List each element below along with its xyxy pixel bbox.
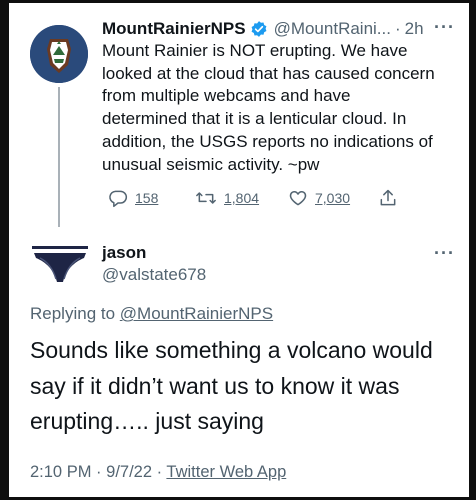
tweet-text: Mount Rainier is NOT erupting. We have l… <box>102 41 435 174</box>
header-separator: · <box>394 19 401 38</box>
briefs-image <box>26 236 94 292</box>
meta-separator: · <box>96 463 102 481</box>
meta-separator-2: · <box>156 463 163 481</box>
nps-arrowhead-logo <box>30 25 88 83</box>
more-icon[interactable]: ··· <box>434 17 455 38</box>
reply-author-name[interactable]: jason <box>102 243 146 263</box>
reply-button[interactable]: 158 <box>108 186 158 210</box>
reply-count: 158 <box>135 190 159 206</box>
replying-to-mention[interactable]: @MountRainierNPS <box>120 304 273 323</box>
replying-to-line: Replying to @MountRainierNPS <box>30 304 273 324</box>
nps-avatar[interactable] <box>30 25 88 83</box>
share-button[interactable] <box>378 186 398 210</box>
author-handle[interactable]: @MountRaini... <box>274 19 391 39</box>
retweet-button[interactable]: 1,804 <box>195 186 259 210</box>
jason-avatar[interactable] <box>26 236 94 292</box>
tweet-thread-card: MountRainierNPS @MountRaini... · 2h ··· … <box>9 3 469 497</box>
author-name[interactable]: MountRainierNPS <box>102 19 246 39</box>
reply-more-icon[interactable]: ··· <box>434 243 455 264</box>
reply-author-handle[interactable]: @valstate678 <box>102 265 206 285</box>
retweet-count: 1,804 <box>224 190 260 206</box>
reply-text: Sounds like something a volcano would sa… <box>30 337 433 434</box>
tweet-actions-bar: 158 1,804 7,030 <box>102 186 412 210</box>
source-app-link[interactable]: Twitter Web App <box>166 463 286 481</box>
tweet-header: MountRainierNPS @MountRaini... · 2h <box>102 17 462 41</box>
thread-connector-line <box>58 87 60 227</box>
reply-timestamp-line: 2:10 PM · 9/7/22 · Twitter Web App <box>30 463 286 482</box>
share-icon <box>378 188 398 208</box>
heart-icon <box>288 188 308 208</box>
tweet-time[interactable]: 2h <box>405 19 424 39</box>
like-count: 7,030 <box>315 190 351 206</box>
retweet-icon <box>195 188 217 208</box>
verified-badge-icon <box>250 20 268 38</box>
reply-time[interactable]: 2:10 PM <box>30 463 91 481</box>
replying-prefix: Replying to <box>30 304 116 323</box>
like-button[interactable]: 7,030 <box>288 186 350 210</box>
reply-date[interactable]: 9/7/22 <box>106 463 152 481</box>
reply-icon <box>108 188 128 208</box>
